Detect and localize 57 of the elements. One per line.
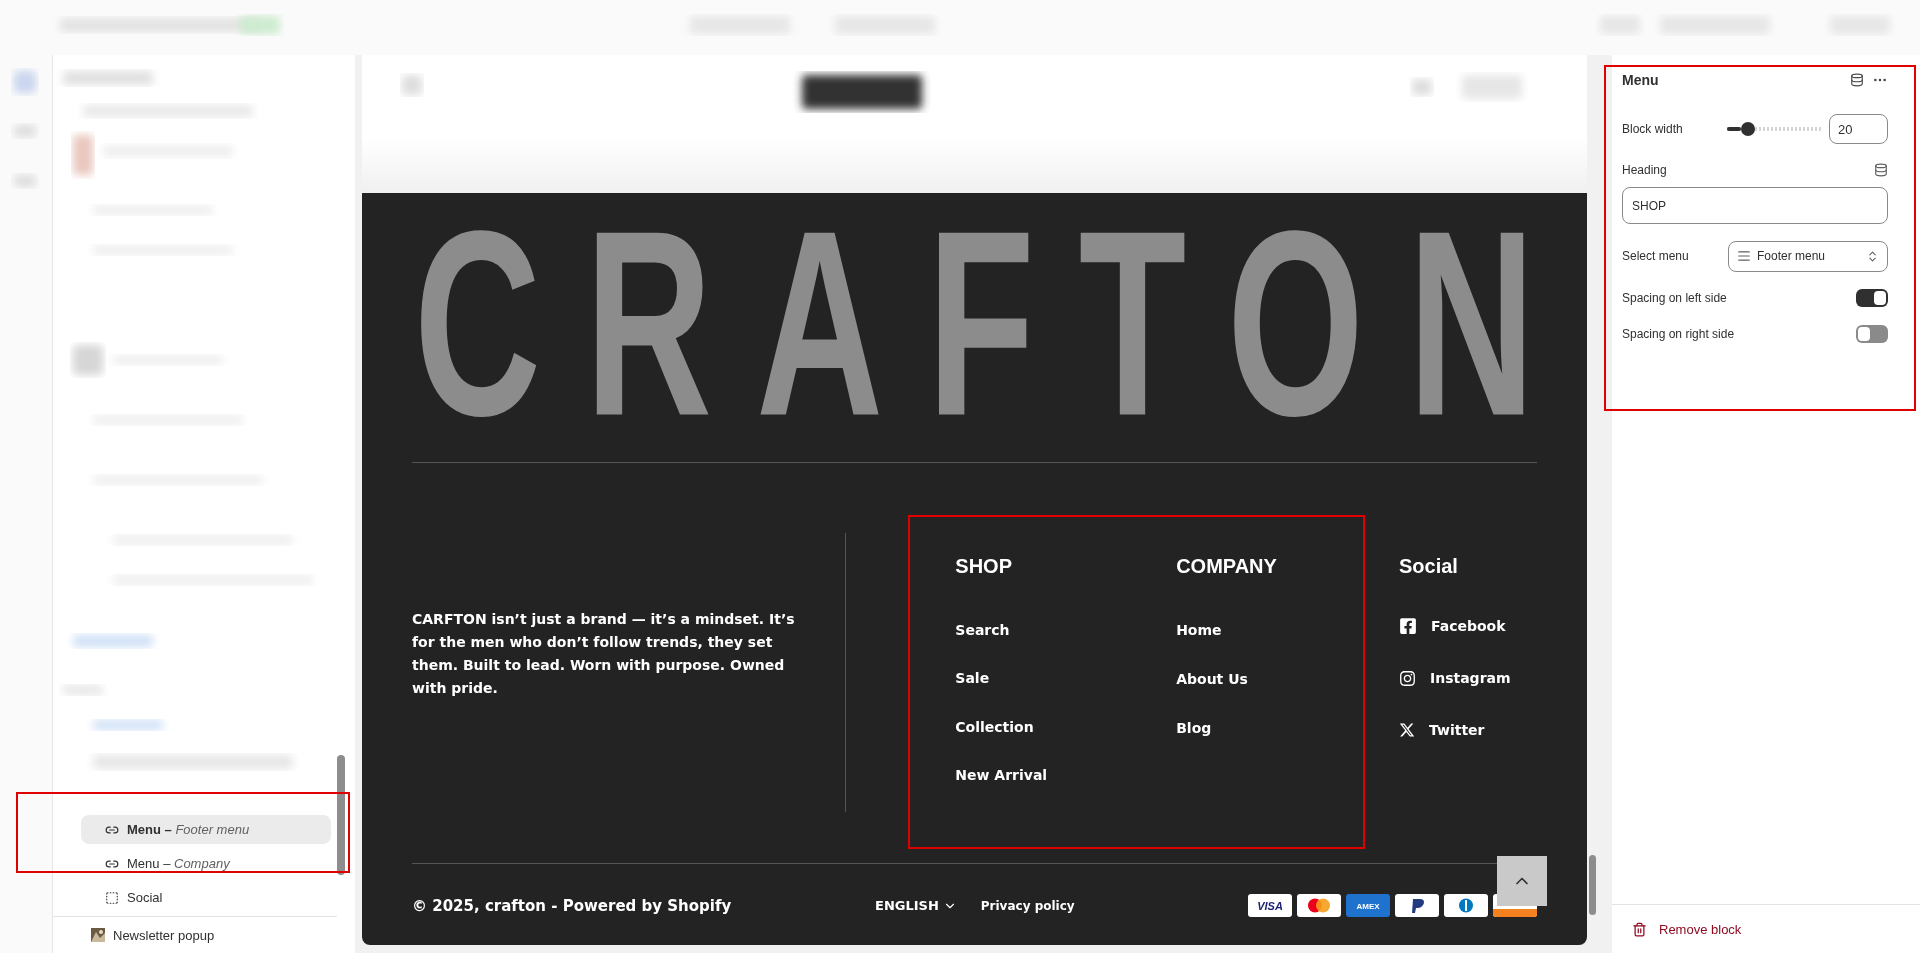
updown-icon — [1866, 249, 1879, 263]
remove-block-button[interactable]: Remove block — [1632, 921, 1742, 937]
footer-link[interactable]: Search — [955, 617, 1177, 667]
footer-link[interactable]: Blog — [1176, 716, 1399, 765]
field-label: Heading — [1622, 163, 1668, 177]
scrollbar[interactable] — [337, 755, 345, 875]
column-heading: Social — [1398, 555, 1459, 579]
footer-link[interactable]: Collection — [955, 714, 1177, 764]
diners-card-icon — [1444, 894, 1488, 917]
blurred-shape — [73, 345, 103, 375]
column-heading: SHOP — [955, 555, 1013, 579]
policy-link[interactable]: Privacy policy — [980, 898, 1075, 913]
column-heading: COMPANY — [1176, 555, 1278, 579]
paypal-icon — [1395, 894, 1439, 917]
heading-field[interactable]: SHOP — [1622, 187, 1888, 224]
panel-title: Menu — [1622, 72, 1660, 88]
social-link[interactable]: Instagram — [1398, 652, 1537, 704]
brand-wordmark: CRAFTON — [413, 190, 1580, 455]
x-icon — [1398, 722, 1415, 738]
blurred-shape — [1412, 79, 1432, 95]
blurred-shape — [14, 71, 36, 93]
blurred-shape — [73, 135, 93, 175]
toggle-switch[interactable] — [1856, 325, 1888, 343]
footer-link[interactable]: New Arrival — [955, 763, 1177, 812]
amex-card-icon: AMEX — [1346, 894, 1390, 917]
toggle-switch[interactable] — [1856, 289, 1888, 307]
trash-icon — [1632, 921, 1647, 937]
field-label: Select menu — [1622, 249, 1690, 263]
facebook-icon — [1398, 617, 1417, 635]
social-link[interactable]: Twitter — [1398, 704, 1537, 756]
mastercard-icon — [1297, 894, 1341, 917]
copyright-text: © 2025, crafton - Powered by Shopify — [412, 896, 733, 915]
instagram-icon — [1398, 669, 1416, 687]
number-field[interactable]: 20 — [1829, 114, 1888, 144]
list-icon — [1737, 249, 1751, 263]
database-icon[interactable] — [1874, 163, 1888, 177]
footer-link[interactable]: Sale — [955, 666, 1177, 715]
field-label: Block width — [1622, 122, 1684, 136]
slider-thumb[interactable] — [1741, 122, 1756, 136]
about-text: CARFTON isn’t just a brand — it’s a mindset. It’s for the men who don’t follow trends, they set them. Built to lead. Worn with purpose. Owned with pride. — [412, 609, 796, 698]
block-item[interactable]: Social — [81, 883, 331, 912]
footer-link[interactable]: Home — [1176, 618, 1399, 667]
menu-select[interactable]: Footer menu — [1728, 240, 1888, 272]
block-item[interactable]: Menu – Company — [81, 849, 331, 878]
footer-link[interactable]: About Us — [1176, 667, 1399, 716]
social-link[interactable]: Facebook — [1398, 600, 1537, 652]
language-selector[interactable]: ENGLISH — [875, 898, 957, 913]
dashed-square-icon — [105, 890, 119, 905]
blurred-shape — [402, 75, 422, 95]
field-label: Spacing on right side — [1622, 327, 1736, 341]
visa-card-icon: VISA — [1248, 894, 1292, 917]
field-label: Spacing on left side — [1622, 291, 1728, 305]
scrollbar[interactable] — [1589, 855, 1596, 915]
section-item[interactable]: Newsletter popup — [53, 917, 355, 953]
database-icon — [1850, 73, 1864, 87]
block-item[interactable]: Menu – Footer menu — [81, 815, 331, 844]
blurred-shape — [93, 720, 163, 730]
